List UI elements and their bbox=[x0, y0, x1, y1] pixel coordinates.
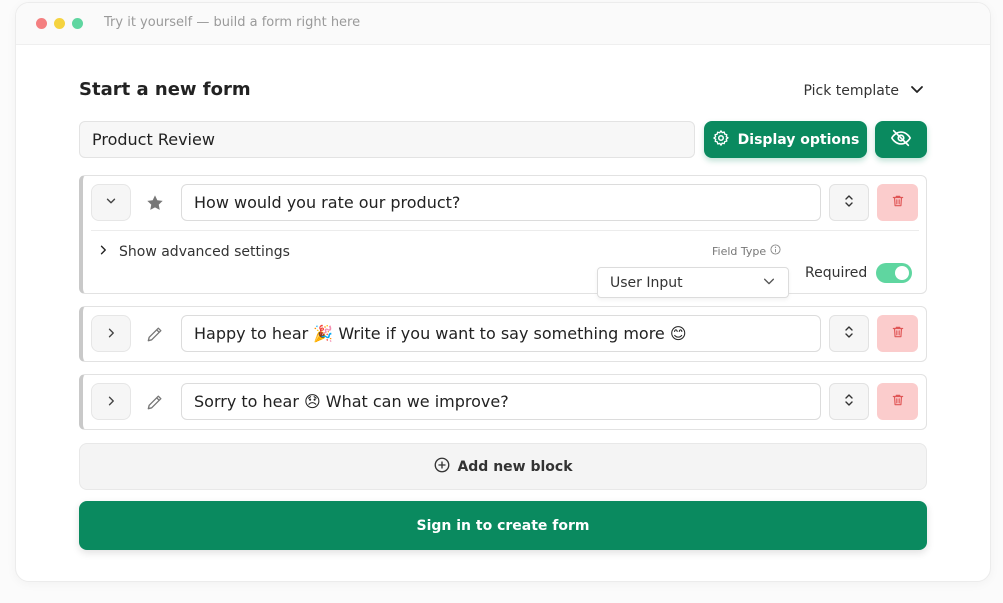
expand-block-button[interactable] bbox=[91, 383, 131, 420]
chevron-right-icon bbox=[105, 324, 117, 343]
plus-circle-icon bbox=[433, 456, 451, 478]
sort-arrows-icon bbox=[844, 392, 854, 411]
form-block: Happy to hear 🎉 Write if you want to say… bbox=[79, 306, 927, 362]
field-type-select[interactable]: User Input bbox=[597, 267, 789, 298]
trash-icon bbox=[891, 324, 905, 343]
trash-icon bbox=[891, 193, 905, 212]
display-options-label: Display options bbox=[737, 131, 860, 148]
app-window: Try it yourself — build a form right her… bbox=[15, 2, 991, 582]
reorder-button[interactable] bbox=[829, 315, 869, 352]
page-title: Start a new form bbox=[79, 79, 251, 100]
chevron-down-icon bbox=[104, 193, 118, 212]
collapse-block-button[interactable] bbox=[91, 184, 131, 221]
chevron-down-icon bbox=[762, 274, 776, 292]
reorder-button[interactable] bbox=[829, 184, 869, 221]
window-title: Try it yourself — build a form right her… bbox=[104, 15, 361, 30]
minimize-window-dot[interactable] bbox=[54, 18, 65, 29]
question-input[interactable]: Sorry to hear 😞 What can we improve? bbox=[181, 383, 821, 420]
delete-block-button[interactable] bbox=[877, 383, 918, 420]
delete-block-button[interactable] bbox=[877, 184, 918, 221]
form-block: Sorry to hear 😞 What can we improve? bbox=[79, 374, 927, 430]
field-type-text: Field Type bbox=[712, 244, 767, 258]
sort-arrows-icon bbox=[844, 324, 854, 343]
sign-in-button[interactable]: Sign in to create form bbox=[79, 501, 927, 550]
info-icon bbox=[770, 244, 781, 258]
question-input[interactable]: Happy to hear 🎉 Write if you want to say… bbox=[181, 315, 821, 352]
display-options-button[interactable]: Display options bbox=[704, 121, 867, 158]
form-block: How would you rate our product? Show adv… bbox=[79, 175, 927, 298]
required-setting: Required bbox=[805, 263, 913, 283]
pick-template-dropdown[interactable]: Pick template bbox=[804, 81, 925, 101]
maximize-window-dot[interactable] bbox=[72, 18, 83, 29]
pencil-icon bbox=[143, 322, 167, 346]
pick-template-label: Pick template bbox=[803, 83, 899, 99]
add-new-block-label: Add new block bbox=[457, 458, 573, 475]
reorder-button[interactable] bbox=[829, 383, 869, 420]
sort-arrows-icon bbox=[844, 193, 854, 212]
star-icon bbox=[143, 191, 167, 215]
close-window-dot[interactable] bbox=[36, 18, 47, 29]
block-divider bbox=[91, 230, 919, 231]
field-type-label: Field Type bbox=[712, 244, 781, 258]
gear-icon bbox=[712, 129, 730, 151]
advanced-settings-label: Show advanced settings bbox=[119, 244, 290, 260]
chevron-right-icon bbox=[105, 392, 117, 411]
question-input[interactable]: How would you rate our product? bbox=[181, 184, 821, 221]
form-name-input[interactable]: Product Review bbox=[79, 121, 695, 158]
chevron-down-icon bbox=[909, 81, 925, 101]
preview-toggle-button[interactable] bbox=[875, 121, 927, 158]
window-titlebar: Try it yourself — build a form right her… bbox=[16, 3, 990, 45]
eye-off-icon bbox=[890, 127, 912, 153]
required-label: Required bbox=[805, 265, 868, 281]
expand-block-button[interactable] bbox=[91, 315, 131, 352]
delete-block-button[interactable] bbox=[877, 315, 918, 352]
field-type-value: User Input bbox=[610, 274, 683, 291]
required-toggle[interactable] bbox=[876, 263, 913, 283]
pencil-icon bbox=[143, 390, 167, 414]
show-advanced-settings[interactable]: Show advanced settings bbox=[97, 244, 290, 260]
add-new-block-button[interactable]: Add new block bbox=[79, 443, 927, 490]
chevron-right-icon bbox=[97, 244, 109, 260]
trash-icon bbox=[891, 392, 905, 411]
